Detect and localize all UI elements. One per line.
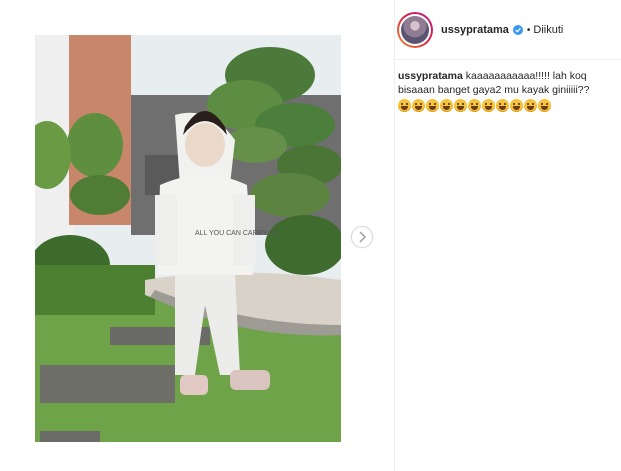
grinning-face-emoji <box>468 99 481 112</box>
grinning-face-emoji <box>454 99 467 112</box>
username-link[interactable]: ussypratama <box>441 24 509 36</box>
header-divider <box>394 59 621 60</box>
separator-dot: • <box>526 24 531 36</box>
child-in-garden-image: ALL YOU CAN CARRY BE <box>35 35 341 442</box>
grinning-face-emoji <box>482 99 495 112</box>
instagram-post: ALL YOU CAN CARRY BE ussypratama • Diiku… <box>0 0 621 471</box>
post-photo[interactable]: ALL YOU CAN CARRY BE <box>35 35 341 442</box>
follow-status-button[interactable]: Diikuti <box>533 24 563 36</box>
grinning-face-emoji <box>412 99 425 112</box>
grinning-face-emoji <box>524 99 537 112</box>
grinning-face-emoji <box>440 99 453 112</box>
post-caption: ussypratama kaaaaaaaaaaa!!!!! lah koq bis… <box>398 69 616 112</box>
grinning-face-emoji <box>426 99 439 112</box>
verified-badge-icon <box>512 25 523 35</box>
grinning-face-emoji <box>510 99 523 112</box>
caption-username[interactable]: ussypratama <box>398 70 463 82</box>
grinning-face-emoji <box>538 99 551 112</box>
grinning-face-emoji <box>496 99 509 112</box>
caption-emojis <box>398 99 616 112</box>
hoodie-print: ALL YOU CAN CARRY BE <box>195 230 279 237</box>
next-photo-button[interactable] <box>351 226 373 248</box>
panel-divider <box>394 0 395 471</box>
avatar[interactable] <box>397 12 433 48</box>
post-header: ussypratama • Diikuti <box>394 4 621 56</box>
chevron-right-icon <box>359 231 366 243</box>
grinning-face-emoji <box>398 99 411 112</box>
